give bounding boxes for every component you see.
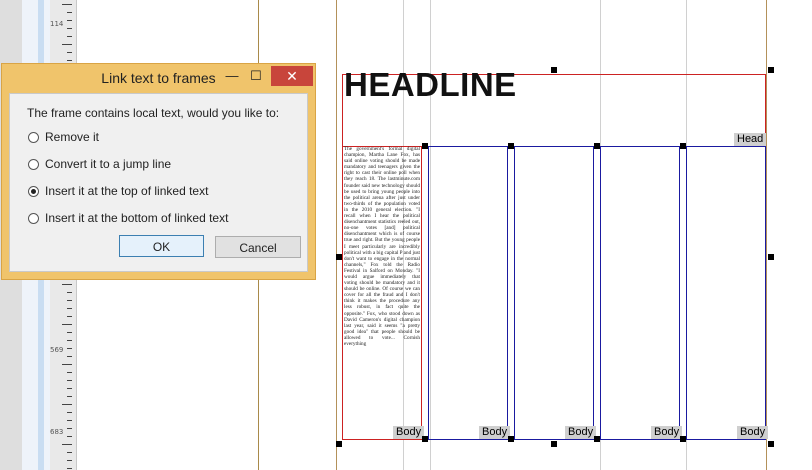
body-frame-4[interactable]: [600, 146, 680, 440]
option-label: Insert it at the bottom of linked text: [45, 211, 229, 225]
resize-handle[interactable]: [768, 441, 774, 447]
minimize-icon[interactable]: —: [221, 66, 243, 86]
frame-tag-head: Head: [734, 133, 767, 146]
ruler-tick: [67, 12, 72, 13]
resize-handle[interactable]: [768, 254, 774, 260]
body-text: The government's formal digital champion…: [344, 146, 420, 347]
resize-handle[interactable]: [336, 254, 342, 260]
dialog-prompt: The frame contains local text, would you…: [27, 106, 280, 120]
ruler-tick: [62, 4, 72, 5]
option-label: Remove it: [45, 130, 100, 144]
ruler-tick: [67, 380, 72, 381]
resize-handle[interactable]: [768, 67, 774, 73]
ruler-tick: [67, 316, 72, 317]
ruler-tick: [67, 452, 72, 453]
ruler-label: 569: [50, 346, 64, 354]
frame-tag-body: Body: [565, 426, 597, 439]
ruler-tick: [67, 396, 72, 397]
ruler-tick: [67, 412, 72, 413]
ruler-tick: [62, 44, 72, 45]
body-frame-3[interactable]: [514, 146, 594, 440]
ruler-tick: [62, 324, 72, 325]
option-convert-jump-line[interactable]: Convert it to a jump line: [28, 156, 171, 172]
option-insert-bottom[interactable]: Insert it at the bottom of linked text: [28, 210, 228, 226]
ruler-tick: [67, 292, 72, 293]
ruler-label: 683: [50, 428, 64, 436]
ruler-tick: [67, 388, 72, 389]
frame-tag-body: Body: [393, 426, 425, 439]
option-insert-top[interactable]: Insert it at the top of linked text: [28, 183, 208, 199]
option-remove[interactable]: Remove it: [28, 129, 99, 145]
body-frame-2[interactable]: [428, 146, 508, 440]
ruler-tick: [67, 308, 72, 309]
margin-guide: [766, 0, 767, 470]
link-handle[interactable]: [594, 143, 600, 149]
radio-icon[interactable]: [28, 159, 39, 170]
frame-tag-body: Body: [737, 426, 769, 439]
ruler-tick: [67, 28, 72, 29]
cancel-button[interactable]: Cancel: [215, 236, 301, 258]
option-label: Convert it to a jump line: [45, 157, 172, 171]
ruler-tick: [67, 300, 72, 301]
link-handle[interactable]: [680, 143, 686, 149]
ruler-tick: [67, 436, 72, 437]
ruler-tick: [67, 60, 72, 61]
dialog-title[interactable]: Link text to frames: [2, 64, 315, 93]
option-label: Insert it at the top of linked text: [45, 184, 209, 198]
ruler-tick: [67, 340, 72, 341]
resize-handle[interactable]: [336, 441, 342, 447]
radio-icon[interactable]: [28, 132, 39, 143]
ruler-label: 114: [50, 20, 64, 28]
link-handle[interactable]: [422, 436, 428, 442]
maximize-icon[interactable]: ☐: [245, 66, 267, 86]
ruler-tick: [67, 348, 72, 349]
ruler-tick: [67, 52, 72, 53]
ruler-tick: [67, 20, 72, 21]
ruler-tick: [62, 364, 72, 365]
ruler-tick: [67, 460, 72, 461]
radio-selected-icon[interactable]: [28, 186, 39, 197]
link-handle[interactable]: [508, 143, 514, 149]
ruler-tick: [67, 36, 72, 37]
link-handle[interactable]: [594, 436, 600, 442]
ruler-tick: [67, 420, 72, 421]
ruler-tick: [67, 332, 72, 333]
link-handle[interactable]: [680, 436, 686, 442]
margin-guide: [336, 0, 337, 470]
ruler-tick: [62, 404, 72, 405]
frame-tag-body: Body: [479, 426, 511, 439]
frame-tag-body: Body: [651, 426, 683, 439]
close-icon[interactable]: ✕: [271, 66, 313, 86]
resize-handle[interactable]: [551, 441, 557, 447]
link-text-dialog: Link text to frames — ☐ ✕ The frame cont…: [1, 63, 316, 280]
ruler-tick: [67, 468, 72, 469]
link-handle[interactable]: [422, 143, 428, 149]
ruler-tick: [62, 444, 72, 445]
ok-button[interactable]: OK: [119, 235, 204, 257]
ruler-tick: [62, 284, 72, 285]
dialog-body: The frame contains local text, would you…: [9, 93, 308, 272]
link-handle[interactable]: [508, 436, 514, 442]
ruler-tick: [67, 356, 72, 357]
ruler-tick: [67, 372, 72, 373]
headline-text: HEADLINE: [344, 66, 517, 103]
body-frame-5[interactable]: [686, 146, 766, 440]
ruler-tick: [67, 428, 72, 429]
resize-handle[interactable]: [551, 67, 557, 73]
radio-icon[interactable]: [28, 213, 39, 224]
